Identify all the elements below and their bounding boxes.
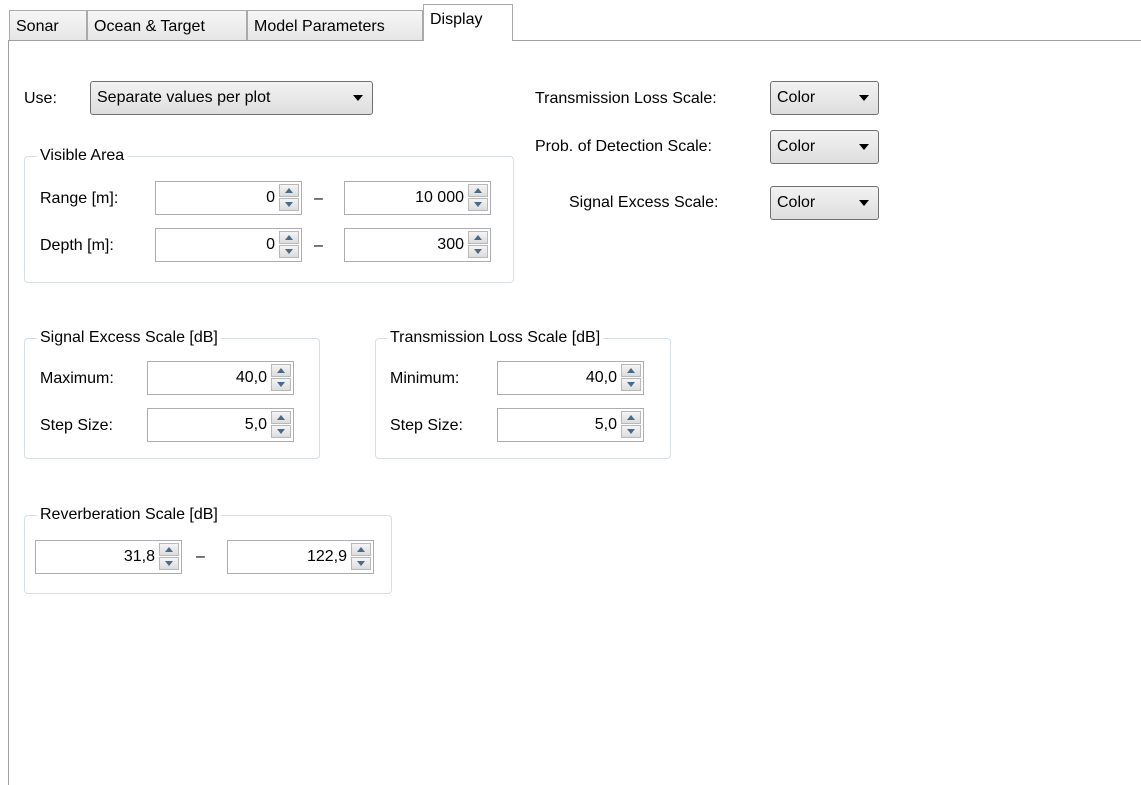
tab-ocean-target[interactable]: Ocean & Target (87, 10, 247, 40)
tab-display[interactable]: Display (423, 4, 513, 41)
tab-strip-divider (8, 40, 1141, 41)
tab-panel (8, 40, 1141, 785)
tab-model-parameters[interactable]: Model Parameters (247, 10, 423, 40)
tab-sonar[interactable]: Sonar (9, 10, 87, 40)
